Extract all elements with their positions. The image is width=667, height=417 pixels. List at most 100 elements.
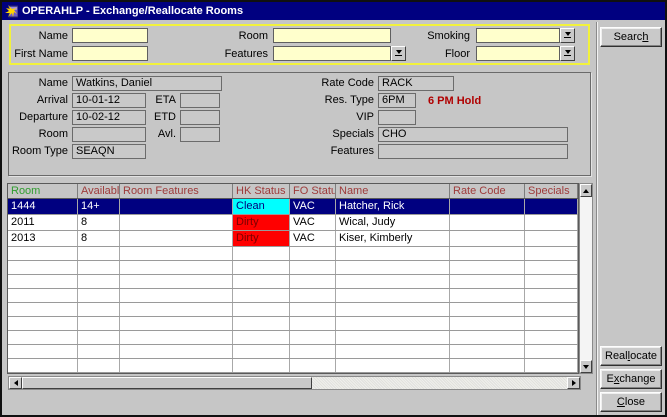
cell-available: 8 [78,231,120,246]
search-features-label: Features [198,48,268,61]
cell-empty [450,303,525,316]
search-features-input[interactable] [273,46,391,61]
cell-empty [8,289,78,302]
cell-empty [290,289,336,302]
cell-name: Kiser, Kimberly [336,231,450,246]
cell-empty [78,317,120,330]
cell-hk_status: Dirty [233,215,290,230]
scroll-up-button[interactable] [580,184,592,197]
cell-specials [525,231,578,246]
cell-empty [8,275,78,288]
cell-empty [450,359,525,372]
detail-arrival-label: Arrival [4,94,68,107]
right-arrow-icon [572,380,576,386]
cell-room_features [120,215,233,230]
detail-rate-code-value: RACK [378,76,454,91]
cell-empty [8,303,78,316]
detail-rate-code-label: Rate Code [308,77,374,90]
table-empty-row [8,303,578,317]
search-name-input[interactable] [72,28,148,43]
scroll-down-button[interactable] [580,360,592,373]
search-floor-input[interactable] [476,46,560,61]
column-header-fo_status: FO Status [290,184,336,198]
floor-lov-button[interactable] [560,46,575,61]
table-row[interactable]: 20118DirtyVACWical, Judy [8,215,578,231]
column-header-room: Room [8,184,78,198]
cell-name: Hatcher, Rick [336,199,450,214]
down-arrow-icon [583,365,589,369]
reallocate-button[interactable]: Reallocate [600,346,662,366]
cell-empty [8,359,78,372]
cell-empty [290,275,336,288]
detail-room-type-label: Room Type [4,145,68,158]
cell-empty [233,331,290,344]
cell-room: 1444 [8,199,78,214]
cell-empty [120,247,233,260]
dropdown-icon-bar [564,37,571,38]
cell-empty [8,345,78,358]
table-hscrollbar[interactable] [8,376,581,390]
cell-empty [233,289,290,302]
cell-empty [525,303,578,316]
cell-empty [336,247,450,260]
cell-empty [233,359,290,372]
up-arrow-icon [583,189,589,193]
table-vscrollbar[interactable] [579,183,593,374]
cell-rate_code [450,199,525,214]
cell-empty [525,261,578,274]
column-header-name: Name [336,184,450,198]
search-smoking-label: Smoking [400,30,470,43]
cell-empty [233,317,290,330]
cell-empty [450,289,525,302]
table-empty-row [8,331,578,345]
table-row[interactable]: 20138DirtyVACKiser, Kimberly [8,231,578,247]
hscroll-thumb[interactable] [22,377,312,389]
close-button[interactable]: Close [600,392,662,412]
scroll-left-button[interactable] [9,377,22,389]
cell-room: 2011 [8,215,78,230]
cell-empty [336,317,450,330]
search-smoking-input[interactable] [476,28,560,43]
cell-specials [525,199,578,214]
search-room-label: Room [198,30,268,43]
cell-name: Wical, Judy [336,215,450,230]
cell-empty [8,247,78,260]
cell-empty [78,331,120,344]
scroll-right-button[interactable] [567,377,580,389]
cell-empty [450,317,525,330]
cell-empty [78,275,120,288]
smoking-lov-button[interactable] [560,28,575,43]
left-arrow-icon [14,380,18,386]
cell-empty [78,261,120,274]
cell-empty [120,303,233,316]
app-icon [5,5,18,18]
detail-vip-value [378,110,416,125]
detail-res-type-label: Res. Type [308,94,374,107]
table-row[interactable]: 144414+CleanVACHatcher, Rick [8,199,578,215]
cell-empty [450,247,525,260]
detail-eta-value [180,93,220,108]
cell-empty [525,289,578,302]
table-empty-row [8,247,578,261]
search-button[interactable]: Search [600,27,662,47]
detail-arrival-value: 10-01-12 [72,93,146,108]
column-header-hk_status: HK Status [233,184,290,198]
cell-empty [525,247,578,260]
cell-empty [336,345,450,358]
title-bar[interactable]: OPERAHLP - Exchange/Reallocate Rooms [2,2,665,20]
search-room-input[interactable] [273,28,391,43]
detail-room-type-value: SEAQN [72,144,146,159]
detail-features-label: Features [308,145,374,158]
cell-empty [120,275,233,288]
cell-empty [336,275,450,288]
cell-empty [78,345,120,358]
exchange-button[interactable]: Exchange [600,369,662,389]
table-empty-row [8,275,578,289]
cell-empty [8,317,78,330]
search-first-name-input[interactable] [72,46,148,61]
cell-empty [336,359,450,372]
cell-empty [120,331,233,344]
cell-room_features [120,199,233,214]
cell-empty [290,317,336,330]
cell-empty [290,331,336,344]
